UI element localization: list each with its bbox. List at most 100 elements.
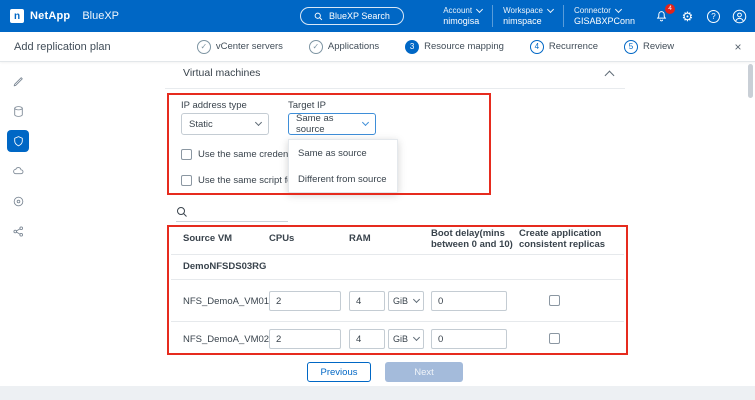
step-number: 5	[624, 40, 638, 54]
search-icon	[176, 206, 188, 218]
workspace-value: nimspace	[503, 16, 553, 26]
user-menu-button[interactable]	[730, 7, 749, 26]
wizard-stepper: ✓ vCenter servers ✓ Applications 3 Resou…	[150, 40, 721, 54]
ip-address-type-select[interactable]: Static	[181, 113, 269, 135]
table-row-vm-name: NFS_DemoA_VM01	[183, 296, 269, 307]
target-icon	[12, 195, 25, 208]
chevron-down-icon	[255, 119, 262, 126]
vm-search-input[interactable]	[176, 202, 288, 222]
close-icon: ×	[734, 40, 741, 54]
help-button[interactable]: ?	[704, 7, 723, 26]
top-header: n NetApp BlueXP BlueXP Search Account ni…	[0, 0, 755, 32]
notifications-badge: 4	[665, 4, 675, 14]
step-label: Review	[643, 41, 674, 52]
vm-group-name: DemoNFSDS03RG	[183, 261, 266, 272]
ip-address-type-label: IP address type	[181, 100, 247, 111]
chevron-down-icon	[413, 334, 420, 341]
cloud-icon	[12, 165, 25, 178]
chevron-down-icon	[413, 296, 420, 303]
consistent-replica-checkbox[interactable]	[549, 333, 560, 344]
ram-unit-select[interactable]: GiB	[388, 291, 424, 311]
table-divider	[171, 279, 624, 280]
step-vcenter-servers[interactable]: ✓ vCenter servers	[197, 40, 283, 54]
brand-bluexp: BlueXP	[82, 10, 119, 22]
table-divider	[171, 254, 624, 255]
check-icon: ✓	[197, 40, 211, 54]
sidebar-item-target[interactable]	[7, 190, 29, 212]
sidebar-item-storage[interactable]	[7, 100, 29, 122]
help-icon: ?	[707, 10, 720, 23]
close-button[interactable]: ×	[721, 40, 755, 54]
ram-input[interactable]	[349, 329, 385, 349]
page-background-strip	[0, 386, 755, 400]
table-row-vm-name: NFS_DemoA_VM02	[183, 334, 269, 345]
step-label: Applications	[328, 41, 379, 52]
cpus-input[interactable]	[269, 329, 341, 349]
step-label: Resource mapping	[424, 41, 504, 52]
settings-button[interactable]: ⚙	[678, 7, 697, 26]
previous-button[interactable]: Previous	[307, 362, 371, 382]
pencil-icon	[12, 75, 25, 88]
step-label: Recurrence	[549, 41, 598, 52]
search-label: BlueXP Search	[329, 11, 390, 21]
boot-delay-input[interactable]	[431, 291, 507, 311]
sidebar-item-cloud[interactable]	[7, 160, 29, 182]
col-consistent-replicas: Create application consistent replicas	[519, 228, 615, 250]
step-label: vCenter servers	[216, 41, 283, 52]
shield-icon	[12, 135, 25, 148]
scrollbar[interactable]	[748, 64, 753, 98]
ram-input[interactable]	[349, 291, 385, 311]
step-recurrence[interactable]: 4 Recurrence	[530, 40, 598, 54]
account-label: Account	[443, 6, 472, 16]
section-title: Virtual machines	[183, 67, 260, 79]
ram-unit-value: GiB	[393, 296, 408, 306]
notifications-button[interactable]: 4	[652, 7, 671, 26]
search-icon	[314, 12, 323, 21]
sidebar-item-share[interactable]	[7, 220, 29, 242]
option-same-as-source[interactable]: Same as source	[289, 140, 397, 166]
cpus-input[interactable]	[269, 291, 341, 311]
step-applications[interactable]: ✓ Applications	[309, 40, 379, 54]
workspace-menu[interactable]: Workspace nimspace	[492, 5, 563, 27]
workspace-label: Workspace	[503, 6, 543, 16]
connector-label: Connector	[574, 6, 611, 16]
next-button[interactable]: Next	[385, 362, 463, 382]
boot-delay-input[interactable]	[431, 329, 507, 349]
same-credentials-checkbox[interactable]	[181, 149, 192, 160]
section-divider	[165, 88, 625, 89]
netapp-logo-icon: n	[10, 9, 24, 23]
gear-icon: ⚙	[682, 10, 694, 23]
page-title: Add replication plan	[0, 41, 150, 53]
brand: n NetApp BlueXP	[0, 9, 180, 23]
sidebar-item-edit[interactable]	[7, 70, 29, 92]
ram-unit-value: GiB	[393, 334, 408, 344]
account-value: nimogisa	[443, 16, 482, 26]
target-ip-select[interactable]: Same as source	[288, 113, 376, 135]
ram-unit-select[interactable]: GiB	[388, 329, 424, 349]
collapse-chevron-up-icon[interactable]	[605, 71, 615, 81]
share-icon	[12, 225, 25, 238]
consistent-replica-checkbox[interactable]	[549, 295, 560, 306]
sidebar-item-protection[interactable]	[7, 130, 29, 152]
step-resource-mapping[interactable]: 3 Resource mapping	[405, 40, 504, 54]
target-ip-label: Target IP	[288, 100, 326, 111]
col-cpus: CPUs	[269, 233, 294, 244]
col-ram: RAM	[349, 233, 371, 244]
ip-address-type-value: Static	[189, 119, 213, 130]
chevron-down-icon	[362, 119, 369, 126]
table-divider	[171, 321, 624, 322]
brand-netapp: NetApp	[30, 10, 70, 22]
col-source-vm: Source VM	[183, 233, 232, 244]
same-script-checkbox[interactable]	[181, 175, 192, 186]
connector-menu[interactable]: Connector GISABXPConn	[563, 5, 645, 27]
chevron-down-icon	[476, 6, 483, 13]
step-review[interactable]: 5 Review	[624, 40, 674, 54]
bluexp-search-button[interactable]: BlueXP Search	[300, 7, 404, 25]
left-nav	[0, 62, 36, 386]
chevron-down-icon	[547, 6, 554, 13]
option-different-from-source[interactable]: Different from source	[289, 166, 397, 192]
col-boot-delay: Boot delay(mins between 0 and 10)	[431, 228, 515, 250]
account-menu[interactable]: Account nimogisa	[433, 5, 492, 27]
step-number: 4	[530, 40, 544, 54]
storage-icon	[12, 105, 25, 118]
